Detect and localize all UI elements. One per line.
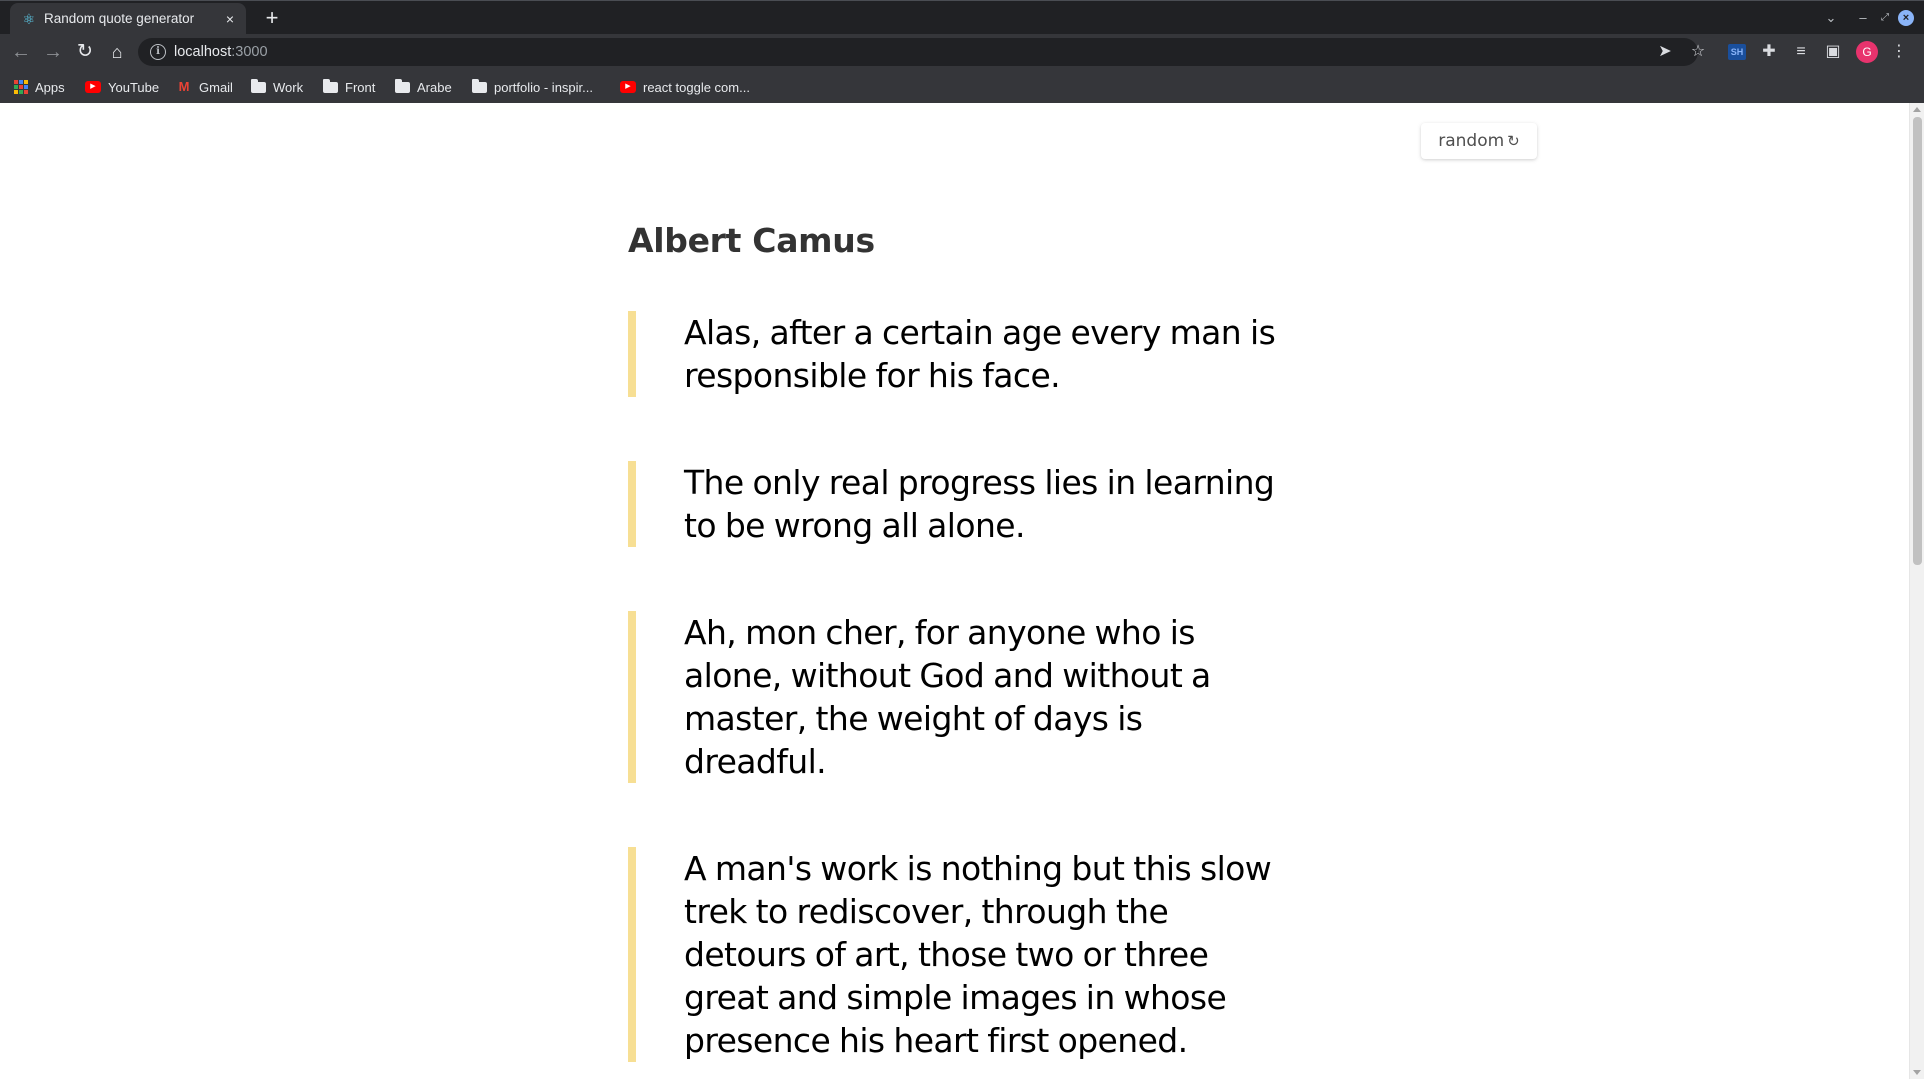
scroll-down-arrow-icon[interactable] [1913, 1070, 1921, 1075]
bookmark-label: YouTube [108, 79, 160, 95]
folder-icon [395, 78, 410, 93]
bookmark-folder-portfolio[interactable]: portfolio - inspir... [472, 77, 593, 97]
extensions-puzzle-icon[interactable]: ✚ [1759, 42, 1779, 62]
random-button-label: random [1438, 131, 1505, 151]
gmail-icon: M [178, 79, 190, 94]
react-favicon-icon: ⚛ [22, 11, 36, 27]
bookmark-label: react toggle com... [643, 79, 750, 95]
bookmark-label: Arabe [417, 79, 452, 95]
folder-icon [251, 78, 266, 93]
url-port: :3000 [231, 44, 268, 60]
scroll-up-arrow-icon[interactable] [1913, 107, 1921, 112]
quote-item: Alas, after a certain age every man is r… [628, 311, 1308, 397]
quote-item: The only real progress lies in learning … [628, 461, 1308, 547]
folder-icon [323, 78, 338, 93]
refresh-icon: ↻ [1507, 131, 1520, 150]
tab-title: Random quote generator [44, 11, 195, 26]
reading-list-icon[interactable]: ≡ [1791, 42, 1811, 62]
send-icon[interactable]: ➤ [1655, 42, 1675, 62]
bookmark-folder-arabe[interactable]: Arabe [395, 77, 452, 97]
menu-kebab-icon[interactable]: ⋮ [1889, 42, 1909, 62]
quote-text: Alas, after a certain age every man is r… [684, 313, 1276, 395]
bookmark-folder-front[interactable]: Front [323, 77, 375, 97]
restore-icon[interactable]: ⤢ [1876, 9, 1894, 27]
back-icon[interactable]: ← [9, 40, 33, 64]
bookmark-gmail[interactable]: M Gmail [176, 77, 233, 97]
quote-text: A man's work is nothing but this slow tr… [684, 849, 1272, 1060]
page-viewport: random ↻ Albert Camus Alas, after a cert… [0, 103, 1924, 1079]
tab-search-icon[interactable]: ⌄ [1822, 9, 1840, 27]
tab-strip: ⚛ Random quote generator × + ⌄ – ⤢ × [0, 0, 1924, 35]
youtube-icon: ▶ [85, 81, 101, 93]
browser-tab[interactable]: ⚛ Random quote generator × [10, 3, 246, 35]
random-button[interactable]: random ↻ [1421, 123, 1537, 159]
bookmark-label: Gmail [199, 79, 233, 95]
bookmark-label: Front [345, 79, 376, 95]
quote-item: A man's work is nothing but this slow tr… [628, 847, 1308, 1062]
bookmarks-bar: Apps ▶ YouTube M Gmail Work Front Arabe … [0, 70, 1924, 103]
bookmark-react-toggle[interactable]: ▶ react toggle com... [620, 77, 750, 97]
bookmark-label: portfolio - inspir... [494, 79, 593, 95]
bookmark-folder-work[interactable]: Work [251, 77, 303, 97]
bookmark-youtube[interactable]: ▶ YouTube [85, 77, 159, 97]
folder-icon [472, 78, 487, 93]
quote-list: Alas, after a certain age every man is r… [628, 311, 1308, 1079]
quote-item: Ah, mon cher, for anyone who is alone, w… [628, 611, 1308, 783]
author-name: Albert Camus [628, 221, 875, 260]
new-tab-button[interactable]: + [260, 7, 284, 31]
page-scrollbar[interactable] [1909, 103, 1924, 1079]
address-bar[interactable]: i localhost:3000 [138, 38, 1698, 66]
scrollbar-thumb[interactable] [1913, 117, 1922, 565]
quote-text: The only real progress lies in learning … [684, 463, 1275, 545]
extension-badge-icon[interactable]: SH [1728, 44, 1746, 60]
bookmark-label: Work [273, 79, 304, 95]
forward-icon[interactable]: → [41, 40, 65, 64]
url-host: localhost [174, 44, 232, 60]
browser-toolbar: ← → ↻ ⌂ i localhost:3000 ➤ ☆ SH ✚ ≡ ▣ G … [0, 34, 1924, 70]
site-info-icon[interactable]: i [150, 44, 166, 60]
url-text[interactable]: localhost:3000 [174, 44, 268, 60]
profile-avatar[interactable]: G [1856, 41, 1878, 63]
reload-icon[interactable]: ↻ [73, 40, 97, 64]
home-icon[interactable]: ⌂ [105, 40, 129, 64]
browser-chrome: ⚛ Random quote generator × + ⌄ – ⤢ × ← →… [0, 0, 1924, 103]
side-panel-icon[interactable]: ▣ [1823, 42, 1843, 62]
bookmark-label: Apps [35, 79, 65, 95]
apps-icon [14, 80, 28, 94]
tab-close-icon[interactable]: × [222, 11, 238, 27]
window-close-icon[interactable]: × [1898, 10, 1914, 26]
minimize-icon[interactable]: – [1854, 9, 1872, 27]
bookmark-star-icon[interactable]: ☆ [1688, 42, 1708, 62]
bookmark-apps[interactable]: Apps [14, 77, 65, 97]
quote-text: Ah, mon cher, for anyone who is alone, w… [684, 613, 1211, 781]
youtube-icon: ▶ [620, 81, 636, 93]
